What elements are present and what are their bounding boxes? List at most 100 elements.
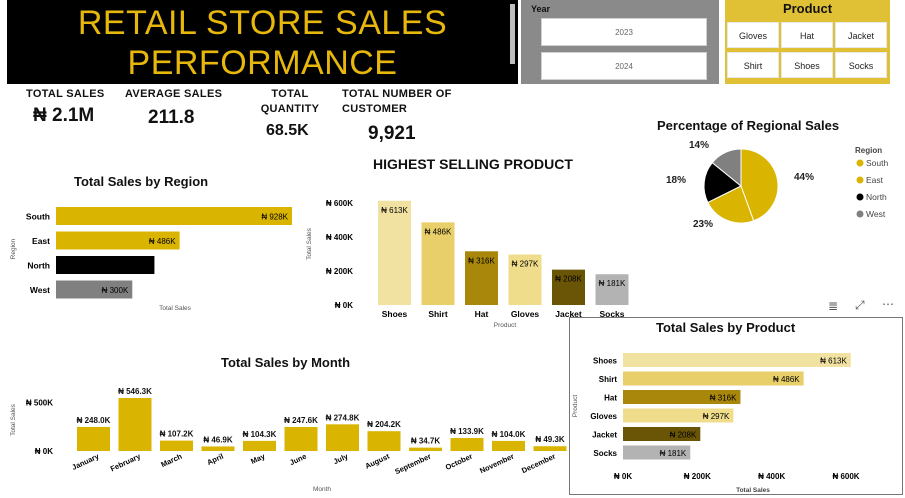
product-bar-x-tick: ₦ 200K	[684, 472, 711, 481]
month-data-label: ₦ 104.0K	[492, 430, 526, 439]
product-x-tick: Shirt	[428, 309, 448, 319]
product-column-data-label: ₦ 486K	[425, 227, 452, 236]
product-bar	[623, 353, 851, 367]
month-data-label: ₦ 274.8K	[326, 413, 360, 422]
month-data-label: ₦ 107.2K	[160, 430, 194, 439]
month-data-label: ₦ 247.6K	[284, 416, 318, 425]
product-bar-data-label: ₦ 181K	[660, 449, 687, 458]
pie-legend-label: South	[866, 158, 888, 168]
month-bar	[160, 440, 193, 451]
month-data-label: ₦ 133.9K	[450, 427, 484, 436]
month-x-tick: August	[364, 451, 392, 470]
region-data-label: ₦ 928K	[261, 213, 288, 222]
region-axis-label: West	[30, 285, 50, 295]
pie-legend-label: East	[866, 175, 884, 185]
month-x-tick: October	[444, 452, 474, 472]
month-x-tick: May	[249, 451, 267, 466]
month-y-axis-title: Total Sales	[10, 403, 17, 436]
pie-legend-marker	[856, 210, 864, 218]
product-x-axis-title: Product	[494, 322, 517, 329]
product-y-tick: ₦ 0K	[335, 301, 353, 310]
month-x-tick: September	[393, 452, 432, 477]
product-bar-data-label: ₦ 316K	[710, 394, 737, 403]
month-bar	[243, 440, 276, 451]
pie-legend-label: West	[866, 209, 886, 219]
product-x-tick: Gloves	[511, 309, 540, 319]
pie-legend-marker	[856, 176, 864, 184]
month-bar	[409, 447, 442, 451]
month-y-tick: ₦ 500K	[26, 398, 53, 407]
region-data-label: ₦ 387K	[124, 262, 151, 271]
month-data-label: ₦ 104.3K	[243, 430, 277, 439]
product-bar-axis-label: Socks	[593, 449, 617, 458]
month-bar	[492, 440, 525, 451]
product-column-data-label: ₦ 297K	[512, 260, 539, 269]
month-y-tick: ₦ 0K	[35, 447, 53, 456]
month-x-tick: February	[109, 451, 143, 473]
product-bar-data-label: ₦ 486K	[773, 375, 800, 384]
product-bar-x-tick: ₦ 400K	[758, 472, 785, 481]
product-y-tick: ₦ 400K	[326, 233, 353, 242]
region-data-label: ₦ 300K	[102, 286, 129, 295]
product-column-data-label: ₦ 316K	[468, 256, 495, 265]
pie-data-label: 18%	[666, 175, 686, 186]
product-bar-data-label: ₦ 208K	[670, 431, 697, 440]
product-column-bar	[378, 200, 411, 305]
month-x-axis-title: Month	[313, 486, 331, 493]
product-x-tick: Hat	[475, 309, 489, 319]
month-x-tick: March	[160, 451, 184, 469]
month-x-tick: January	[70, 451, 101, 472]
month-data-label: ₦ 204.2K	[367, 420, 401, 429]
pie-data-label: 44%	[794, 172, 814, 183]
product-x-tick: Socks	[599, 309, 624, 319]
charts-canvas: South ₦ 928K East ₦ 486K North ₦ 387K West ₦ 30…	[10, 140, 888, 494]
region-y-axis-title: Region	[10, 238, 17, 259]
region-x-axis-title: Total Sales	[159, 305, 192, 312]
month-data-label: ₦ 46.9K	[203, 435, 233, 444]
month-bar	[367, 431, 401, 451]
region-axis-label: North	[27, 261, 50, 271]
region-axis-label: East	[32, 236, 50, 246]
month-x-tick: April	[206, 452, 225, 467]
pie-legend-marker	[856, 193, 864, 201]
product-bar-axis-label: Hat	[604, 394, 617, 403]
product-x-tick: Jacket	[555, 309, 582, 319]
product-bar-x-tick: ₦ 600K	[832, 472, 859, 481]
product-x-tick: Shoes	[382, 309, 408, 319]
product-column-data-label: ₦ 181K	[599, 279, 626, 288]
month-data-label: ₦ 34.7K	[411, 437, 441, 446]
product-bar-x-tick: ₦ 0K	[614, 472, 632, 481]
product-column-data-label: ₦ 208K	[555, 275, 582, 284]
product-column-data-label: ₦ 613K	[381, 206, 408, 215]
month-data-label: ₦ 248.0K	[77, 416, 111, 425]
month-x-tick: July	[332, 451, 350, 466]
product-y-tick: ₦ 600K	[326, 199, 353, 208]
month-bar	[450, 438, 484, 451]
pie-legend-title: Region	[855, 146, 882, 155]
product-bar-axis-label: Shoes	[593, 357, 618, 366]
region-data-label: ₦ 486K	[149, 237, 176, 246]
product-bar-data-label: ₦ 613K	[820, 357, 847, 366]
pie-data-label: 14%	[689, 140, 709, 151]
month-x-tick: November	[478, 452, 515, 476]
pie-legend-label: North	[866, 192, 887, 202]
product-bar-x-axis-title: Total Sales	[736, 487, 770, 494]
month-data-label: ₦ 49.3K	[535, 435, 565, 444]
pie-legend-marker	[856, 159, 864, 167]
month-x-tick: June	[288, 452, 308, 468]
month-bar	[533, 446, 567, 451]
month-bar	[201, 446, 235, 451]
product-bar-axis-label: Shirt	[599, 375, 618, 384]
region-axis-label: South	[26, 212, 50, 222]
product-bar-axis-label: Jacket	[592, 431, 617, 440]
month-bar	[77, 426, 110, 451]
product-bar-data-label: ₦ 297K	[703, 412, 730, 421]
pie-data-label: 23%	[693, 219, 713, 230]
product-bar-y-axis-title: Product	[572, 395, 579, 418]
month-bar	[284, 426, 318, 451]
product-y-tick: ₦ 200K	[326, 267, 353, 276]
region-bar	[56, 207, 292, 225]
month-data-label: ₦ 546.3K	[118, 387, 152, 396]
month-bar	[326, 424, 359, 451]
month-bar	[118, 398, 152, 451]
